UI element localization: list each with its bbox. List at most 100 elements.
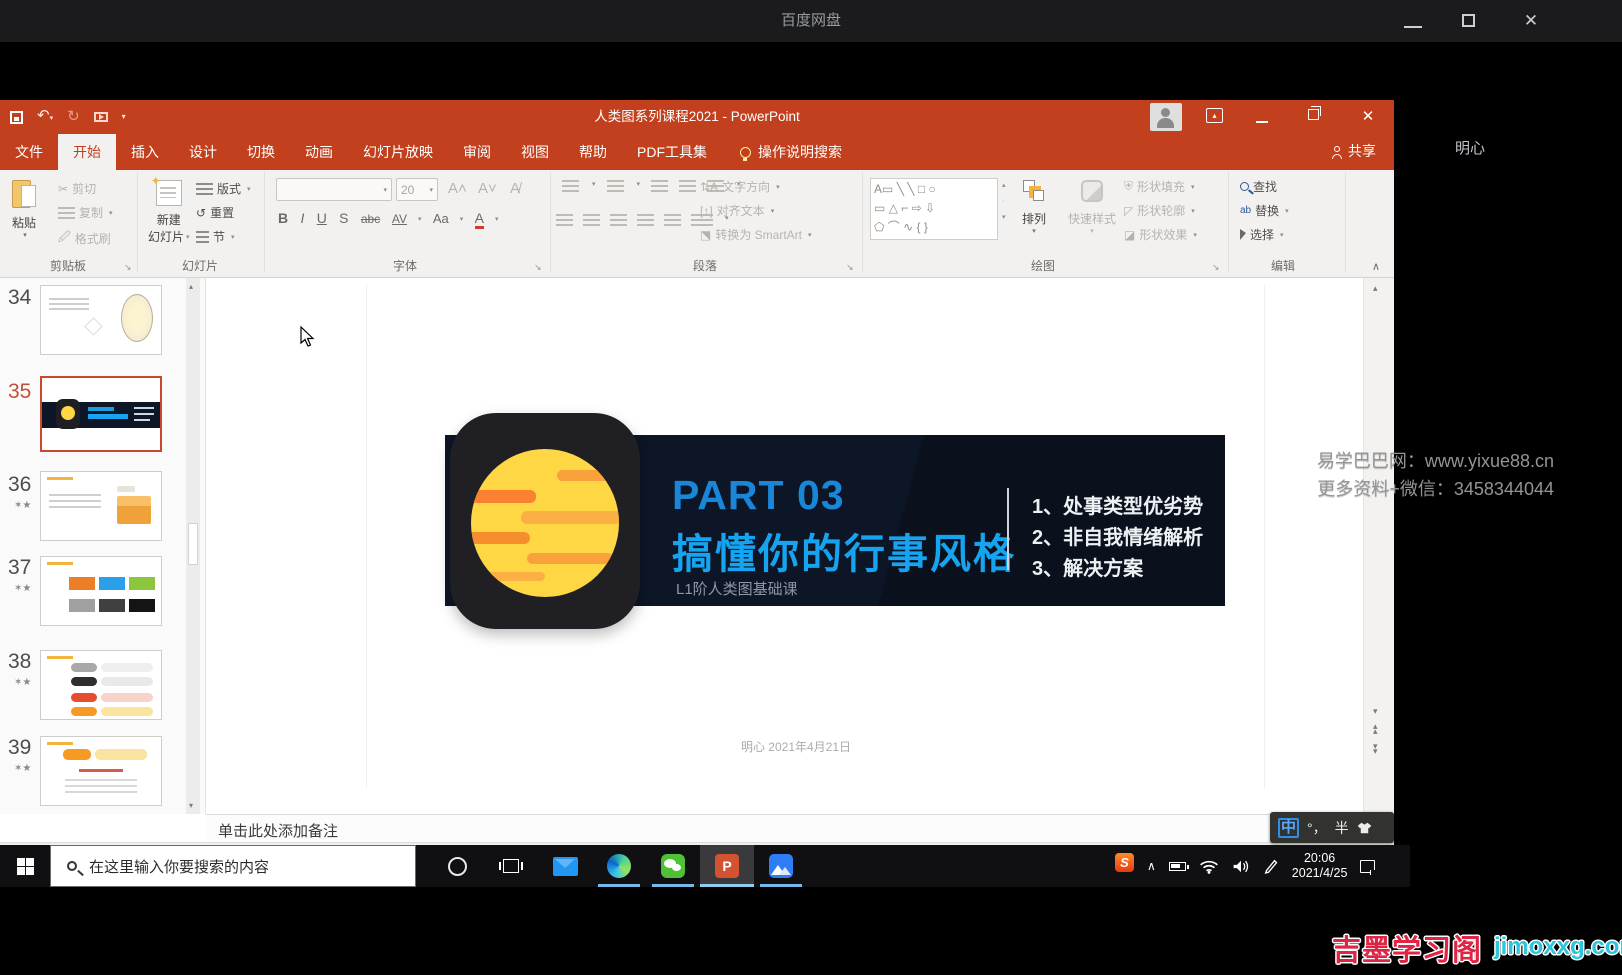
wechat-app-button[interactable] <box>646 845 700 887</box>
tab-animations[interactable]: 动画 <box>290 134 348 170</box>
collapse-ribbon-icon[interactable]: ∧ <box>1372 260 1380 273</box>
edge-app-button[interactable] <box>592 845 646 887</box>
tab-pdf-tools[interactable]: PDF工具集 <box>622 134 722 170</box>
grow-font-icon[interactable]: A˄ <box>448 180 467 197</box>
strikethrough-button[interactable]: abc <box>361 212 380 226</box>
save-icon[interactable] <box>10 111 23 124</box>
quick-styles-button[interactable]: 快速样式 ▾ <box>1068 180 1116 235</box>
increase-indent-icon[interactable] <box>679 180 696 192</box>
shapes-gallery[interactable]: A▭ ╲ ╲ □ ○ ▭ △ ⌐ ⇨ ⇩ ⬠ ⌒ ∿ { } <box>870 178 998 240</box>
scroll-down-icon[interactable]: ▾ <box>1373 706 1378 717</box>
char-spacing-button[interactable]: AV <box>392 212 407 226</box>
text-shadow-button[interactable]: S <box>339 210 348 226</box>
ribbon-display-options-icon[interactable]: ▴ <box>1206 108 1223 123</box>
paragraph-dialog-launcher[interactable]: ↘ <box>846 262 854 273</box>
thumb-scroll-up-icon[interactable]: ▴ <box>189 282 193 291</box>
notes-placeholder[interactable]: 单击此处添加备注 <box>218 820 338 841</box>
share-button[interactable]: 共享 <box>1332 141 1376 161</box>
format-painter-button[interactable]: 🖉 格式刷 <box>58 228 111 249</box>
avatar[interactable] <box>1150 103 1182 131</box>
action-center-icon[interactable] <box>1360 860 1375 873</box>
ime-skin-icon[interactable] <box>1357 822 1372 834</box>
clipboard-dialog-launcher[interactable]: ↘ <box>124 262 132 273</box>
italic-button[interactable]: I <box>300 210 304 226</box>
ime-mode-indicator[interactable]: 中 <box>1278 818 1299 838</box>
wifi-icon[interactable] <box>1199 859 1219 874</box>
font-size-combo[interactable]: 20▾ <box>396 178 438 201</box>
player-minimize-button[interactable] <box>1404 18 1422 28</box>
clear-format-icon[interactable]: A̸ <box>510 180 520 197</box>
cut-button[interactable]: ✂ 剪切 <box>58 180 96 197</box>
cortana-button[interactable] <box>430 845 484 887</box>
shape-effects-button[interactable]: ◪ 形状效果▾ <box>1124 226 1197 243</box>
arrange-button[interactable]: 排列 ▾ <box>1022 180 1046 235</box>
font-dialog-launcher[interactable]: ↘ <box>534 262 542 273</box>
tab-review[interactable]: 审阅 <box>448 134 506 170</box>
tab-design[interactable]: 设计 <box>174 134 232 170</box>
find-button[interactable]: 查找 <box>1240 178 1277 195</box>
thumbnail-scrollbar-thumb[interactable] <box>188 523 198 565</box>
notes-pane[interactable]: 单击此处添加备注 ▾ <box>206 814 1394 842</box>
thumbnail-slide-36[interactable] <box>40 471 162 541</box>
tab-view[interactable]: 视图 <box>506 134 564 170</box>
thumbnail-scrollbar[interactable] <box>186 278 200 814</box>
thumbnail-slide-39[interactable] <box>40 736 162 806</box>
drawing-dialog-launcher[interactable]: ↘ <box>1212 262 1220 273</box>
ime-halfwidth-indicator[interactable]: 半 <box>1335 818 1349 838</box>
clock[interactable]: 20:062021/4/25 <box>1292 851 1348 881</box>
decrease-indent-icon[interactable] <box>651 180 668 192</box>
previous-slide-button[interactable]: ▴▴ <box>1373 724 1378 734</box>
thumbnail-slide-37[interactable] <box>40 556 162 626</box>
ime-punctuation-indicator[interactable]: °， <box>1307 818 1327 838</box>
scroll-up-icon[interactable]: ▴ <box>1373 283 1378 294</box>
tab-file[interactable]: 文件 <box>0 134 58 170</box>
mail-app-button[interactable] <box>538 845 592 887</box>
pen-icon[interactable] <box>1263 858 1279 874</box>
tab-insert[interactable]: 插入 <box>116 134 174 170</box>
align-right-icon[interactable] <box>610 214 627 226</box>
shape-fill-button[interactable]: ⛨ 形状填充▾ <box>1124 178 1195 195</box>
ppt-close-button[interactable]: ✕ <box>1356 107 1380 125</box>
section-button[interactable]: 节▾ <box>196 228 235 245</box>
ppt-restore-button[interactable] <box>1308 109 1319 120</box>
thumbnail-slide-38[interactable] <box>40 650 162 720</box>
shapes-scroll[interactable]: ▴·▾ <box>1002 178 1006 226</box>
tab-transitions[interactable]: 切换 <box>232 134 290 170</box>
tab-help[interactable]: 帮助 <box>564 134 622 170</box>
tell-me-search[interactable]: 操作说明搜索 <box>740 134 842 170</box>
replace-button[interactable]: ab替换▾ <box>1240 202 1289 219</box>
distribute-icon[interactable] <box>664 214 681 226</box>
align-left-icon[interactable] <box>556 214 573 226</box>
sogou-ime-icon[interactable]: S <box>1115 853 1134 872</box>
bold-button[interactable]: B <box>278 210 288 226</box>
redo-icon[interactable]: ↻ <box>67 107 80 127</box>
undo-icon[interactable]: ↶▾ <box>37 106 53 129</box>
shape-outline-button[interactable]: ◸ 形状轮廓▾ <box>1124 202 1195 219</box>
player-close-button[interactable]: ✕ <box>1522 13 1540 29</box>
layout-button[interactable]: 版式▾ <box>196 180 251 197</box>
taskbar-search-box[interactable]: 在这里输入你要搜索的内容 <box>50 845 416 887</box>
player-maximize-button[interactable] <box>1462 14 1475 27</box>
editor-scrollbar[interactable]: ▴ ▾ ▴▴ ▾▾ <box>1363 278 1394 814</box>
bullets-icon[interactable] <box>562 180 579 192</box>
docs-app-button[interactable] <box>754 845 808 887</box>
font-name-combo[interactable]: ▾ <box>276 178 392 201</box>
text-direction-button[interactable]: ⇅A 文字方向▾ <box>700 178 780 195</box>
slide-canvas[interactable]: PART 03 搞懂你的行事风格 L1阶人类图基础课 1、处事类型优劣势 2、非… <box>206 278 1363 814</box>
paste-button[interactable]: 粘贴 ▾ <box>12 178 38 239</box>
start-button[interactable] <box>0 845 50 887</box>
font-color-button[interactable]: A <box>475 210 484 229</box>
shrink-font-icon[interactable]: A˅ <box>478 180 497 197</box>
hidden-icons-chevron[interactable]: ∧ <box>1147 859 1156 873</box>
select-button[interactable]: 选择▾ <box>1240 226 1284 243</box>
align-text-button[interactable]: [↕] 对齐文本▾ <box>700 202 774 219</box>
change-case-button[interactable]: Aa <box>433 211 449 226</box>
powerpoint-app-button[interactable]: P <box>700 845 754 887</box>
customize-qat-icon[interactable]: ▾ <box>122 107 126 127</box>
volume-icon[interactable] <box>1232 859 1250 874</box>
reset-button[interactable]: ↺ 重置 <box>196 204 234 221</box>
new-slide-button[interactable]: ✦ 新建 幻灯片▾ <box>148 178 190 245</box>
thumb-scroll-down-icon[interactable]: ▾ <box>189 801 193 810</box>
battery-icon[interactable] <box>1169 862 1186 871</box>
justify-icon[interactable] <box>637 214 654 226</box>
